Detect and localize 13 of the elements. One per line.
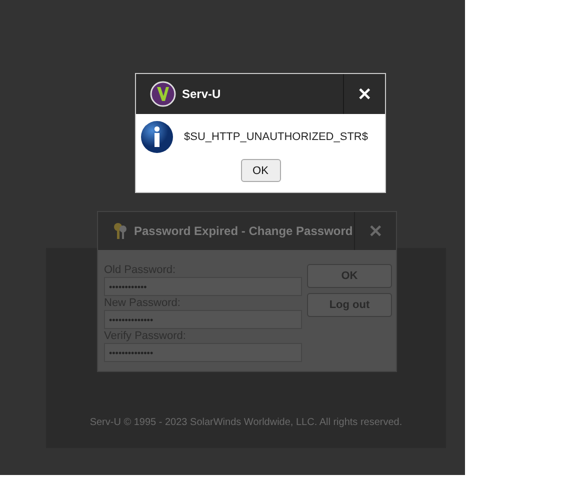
info-icon bbox=[140, 120, 174, 154]
password-field[interactable]: •••••••••••••• bbox=[104, 310, 302, 329]
dialog-title: Password Expired - Change Password bbox=[134, 224, 354, 238]
close-button[interactable]: ✕ bbox=[354, 212, 396, 250]
logo-icon bbox=[150, 81, 176, 107]
close-button[interactable]: ✕ bbox=[343, 74, 385, 114]
password-field[interactable]: •••••••••••••• bbox=[104, 343, 302, 362]
keys-icon bbox=[112, 222, 128, 240]
ok-button[interactable]: OK bbox=[240, 159, 280, 182]
password-field[interactable]: •••••••••••• bbox=[104, 277, 302, 296]
alert-message: $SU_HTTP_UNAUTHORIZED_STR$ bbox=[184, 131, 368, 143]
dialog-title: Serv-U bbox=[182, 87, 222, 101]
copyright-text: Serv-U © 1995 - 2023 SolarWinds Worldwide, LLC. All rights reserved. bbox=[90, 417, 402, 428]
